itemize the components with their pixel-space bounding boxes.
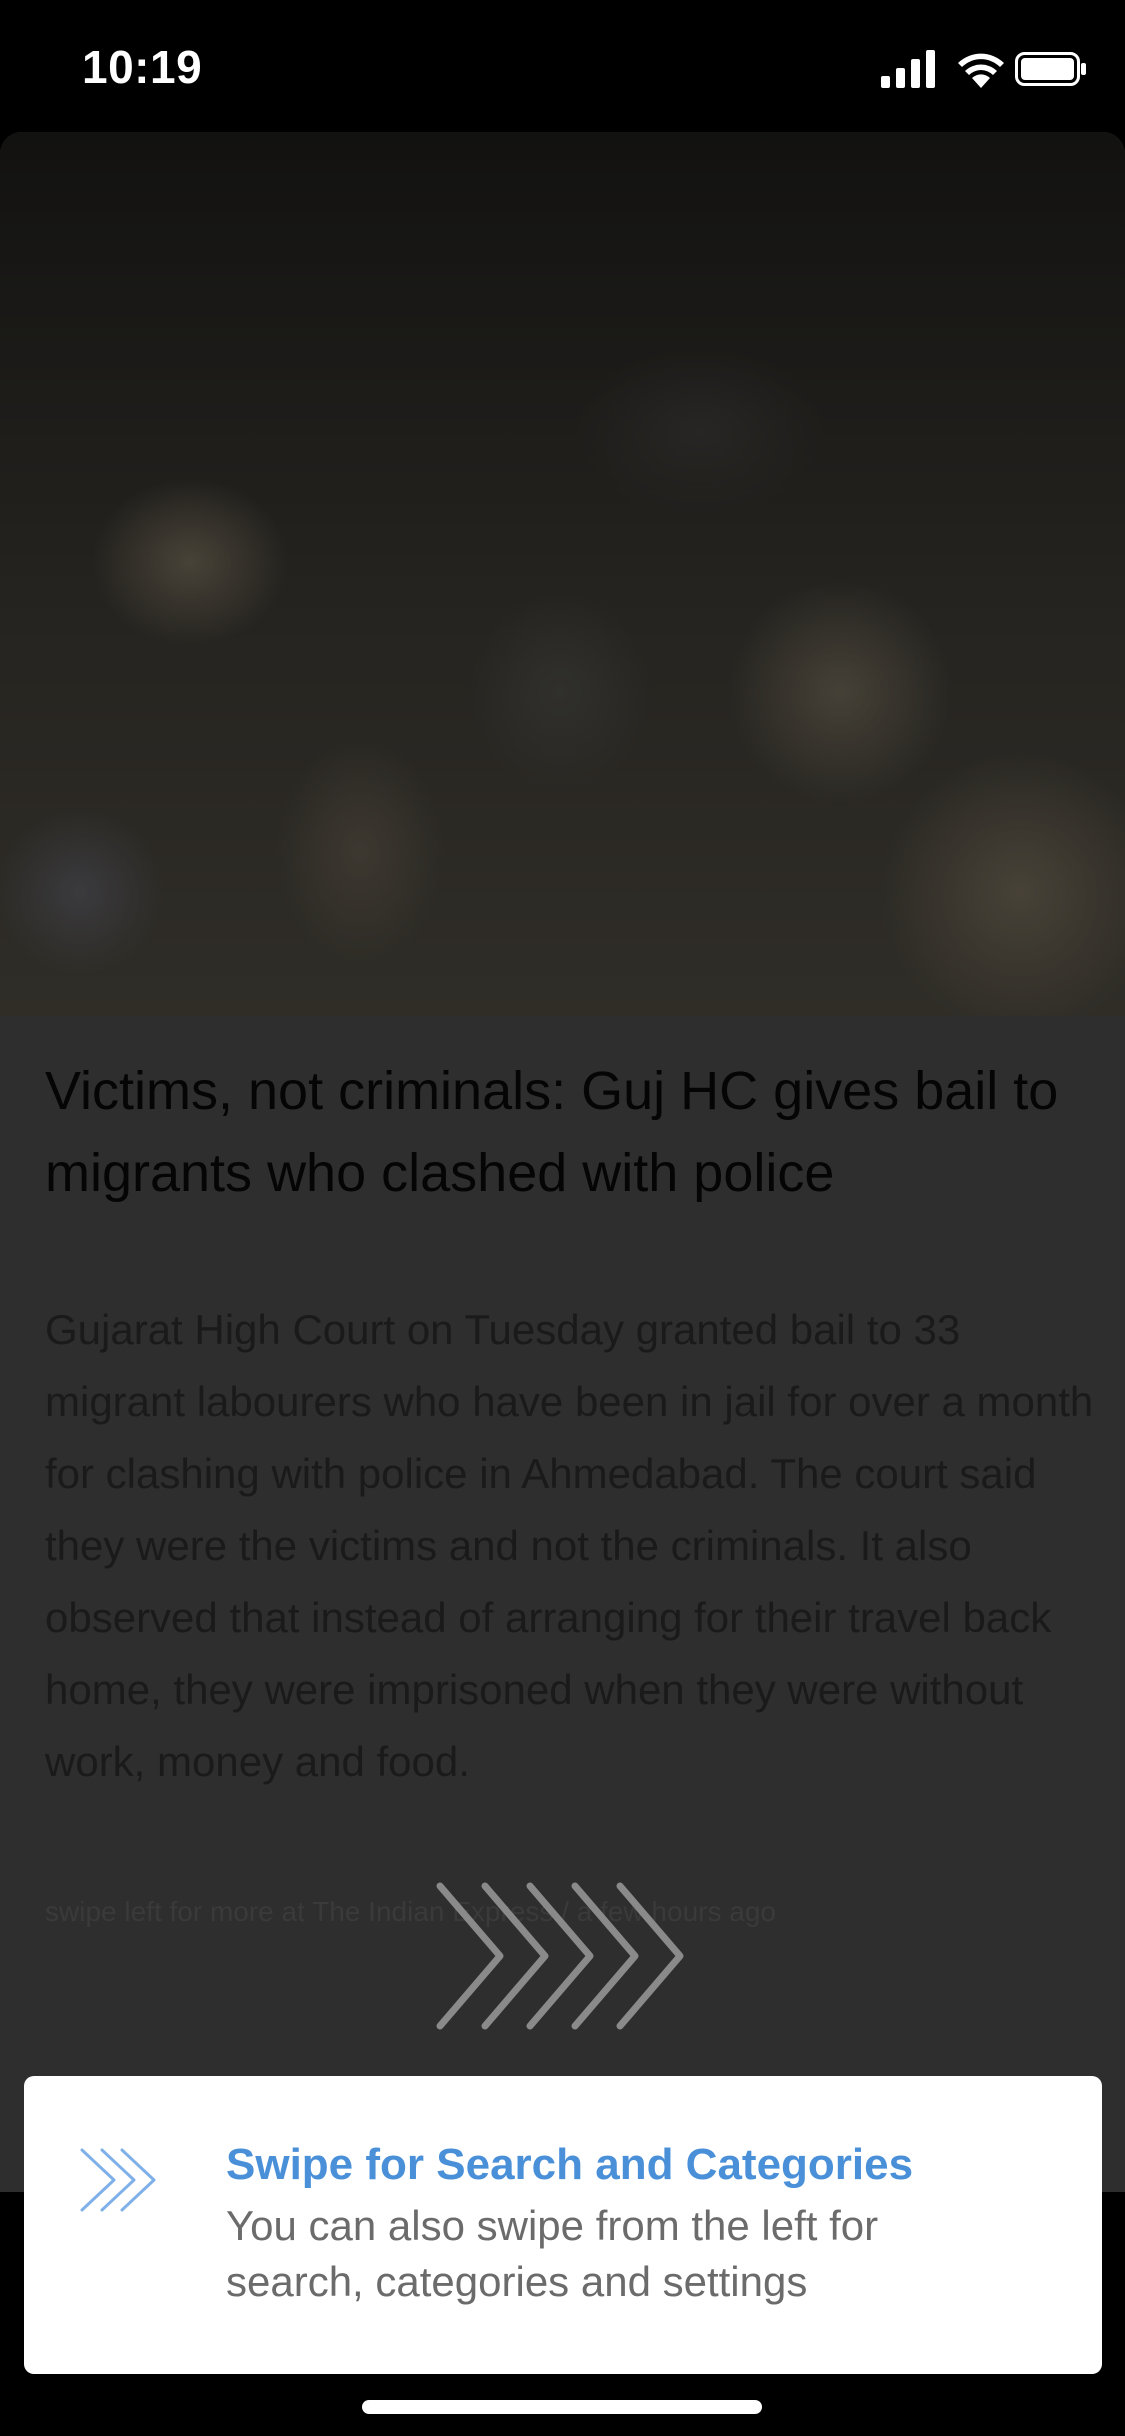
tip-body: You can also swipe from the left for sea…: [226, 2202, 879, 2305]
news-card[interactable]: Victims, not criminals: Guj HC gives bai…: [0, 132, 1125, 2192]
status-bar: 10:19: [0, 0, 1125, 132]
swipe-tip-card[interactable]: Swipe for Search and Categories You can …: [24, 2076, 1102, 2374]
article-headline: Victims, not criminals: Guj HC gives bai…: [45, 1061, 1059, 1203]
swipe-arrows-icon: [436, 1882, 684, 2030]
wifi-icon: [958, 53, 1004, 88]
swipe-hint-icon: [80, 2148, 156, 2212]
status-time: 10:19: [82, 41, 203, 93]
news-image: [0, 132, 1125, 1016]
article-summary: Gujarat High Court on Tuesday granted ba…: [45, 1306, 1094, 1785]
home-indicator[interactable]: [362, 2400, 762, 2414]
battery-icon: [1015, 52, 1086, 86]
tip-title: Swipe for Search and Categories: [226, 2140, 914, 2189]
signal-icon: [881, 50, 935, 88]
